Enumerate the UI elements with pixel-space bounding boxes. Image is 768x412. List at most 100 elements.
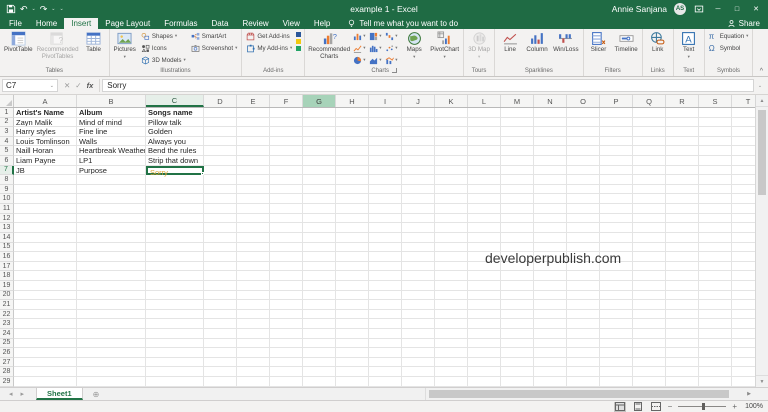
column-header-g[interactable]: G — [303, 95, 336, 107]
cell-d4[interactable] — [204, 137, 237, 147]
cell-t12[interactable] — [732, 214, 755, 224]
cell-t9[interactable] — [732, 185, 755, 195]
cell-r4[interactable] — [666, 137, 699, 147]
cell-r7[interactable] — [666, 166, 699, 176]
cell-r9[interactable] — [666, 185, 699, 195]
cell-b6[interactable]: LP1 — [77, 156, 146, 166]
cell-l10[interactable] — [468, 194, 501, 204]
cell-k23[interactable] — [435, 319, 468, 329]
cell-n21[interactable] — [534, 300, 567, 310]
cell-b17[interactable] — [77, 262, 146, 272]
cell-j9[interactable] — [402, 185, 435, 195]
zoom-level[interactable]: 100% — [743, 403, 763, 410]
cell-b11[interactable] — [77, 204, 146, 214]
cell-e22[interactable] — [237, 310, 270, 320]
cell-p21[interactable] — [600, 300, 633, 310]
cell-p2[interactable] — [600, 118, 633, 128]
cell-l9[interactable] — [468, 185, 501, 195]
cell-l4[interactable] — [468, 137, 501, 147]
cell-i5[interactable] — [369, 146, 402, 156]
cell-j26[interactable] — [402, 348, 435, 358]
cell-g6[interactable] — [303, 156, 336, 166]
cell-j12[interactable] — [402, 214, 435, 224]
cell-b7[interactable]: Purpose — [77, 166, 146, 176]
cell-j23[interactable] — [402, 319, 435, 329]
cell-l3[interactable] — [468, 127, 501, 137]
cell-f23[interactable] — [270, 319, 303, 329]
cell-o8[interactable] — [567, 175, 600, 185]
cell-g19[interactable] — [303, 281, 336, 291]
cell-i6[interactable] — [369, 156, 402, 166]
row-header-25[interactable]: 25 — [0, 339, 14, 349]
cell-b9[interactable] — [77, 185, 146, 195]
cell-r23[interactable] — [666, 319, 699, 329]
cell-q3[interactable] — [633, 127, 666, 137]
line-button[interactable]: Line — [497, 30, 523, 55]
cell-s12[interactable] — [699, 214, 732, 224]
cell-o3[interactable] — [567, 127, 600, 137]
cell-t14[interactable] — [732, 233, 755, 243]
cell-j25[interactable] — [402, 339, 435, 349]
cell-r1[interactable] — [666, 108, 699, 118]
cell-b15[interactable] — [77, 243, 146, 253]
cell-a20[interactable] — [14, 291, 77, 301]
row-header-17[interactable]: 17 — [0, 262, 14, 272]
cell-c20[interactable] — [146, 291, 204, 301]
cell-j15[interactable] — [402, 243, 435, 253]
cell-g4[interactable] — [303, 137, 336, 147]
cell-a8[interactable] — [14, 175, 77, 185]
cell-j29[interactable] — [402, 377, 435, 387]
cell-h5[interactable] — [336, 146, 369, 156]
cell-b27[interactable] — [77, 358, 146, 368]
cell-e12[interactable] — [237, 214, 270, 224]
cell-r12[interactable] — [666, 214, 699, 224]
row-header-8[interactable]: 8 — [0, 175, 14, 185]
cell-d1[interactable] — [204, 108, 237, 118]
cell-c13[interactable] — [146, 223, 204, 233]
cell-i19[interactable] — [369, 281, 402, 291]
maps-button[interactable]: Maps▾ — [401, 30, 427, 61]
cell-s28[interactable] — [699, 367, 732, 377]
cell-k13[interactable] — [435, 223, 468, 233]
tab-home[interactable]: Home — [29, 18, 64, 29]
cell-f27[interactable] — [270, 358, 303, 368]
cell-c27[interactable] — [146, 358, 204, 368]
cell-d3[interactable] — [204, 127, 237, 137]
cell-o7[interactable] — [567, 166, 600, 176]
cell-s5[interactable] — [699, 146, 732, 156]
cell-e26[interactable] — [237, 348, 270, 358]
hierarchy-chart-button[interactable]: ▾ — [368, 30, 384, 42]
row-header-23[interactable]: 23 — [0, 319, 14, 329]
cell-c8[interactable] — [146, 175, 204, 185]
cell-p3[interactable] — [600, 127, 633, 137]
restore-icon[interactable]: □ — [731, 6, 743, 13]
cell-e27[interactable] — [237, 358, 270, 368]
customize-qat-icon[interactable]: ⌄ — [60, 6, 64, 12]
cell-l8[interactable] — [468, 175, 501, 185]
cell-t4[interactable] — [732, 137, 755, 147]
cell-c16[interactable] — [146, 252, 204, 262]
fill-handle[interactable] — [201, 172, 204, 175]
cell-t18[interactable] — [732, 271, 755, 281]
cell-q15[interactable] — [633, 243, 666, 253]
cell-e6[interactable] — [237, 156, 270, 166]
cell-m26[interactable] — [501, 348, 534, 358]
cell-i7[interactable] — [369, 166, 402, 176]
cell-r21[interactable] — [666, 300, 699, 310]
cell-o9[interactable] — [567, 185, 600, 195]
row-header-6[interactable]: 6 — [0, 156, 14, 166]
redo-dropdown-icon[interactable]: ⌄ — [51, 6, 55, 12]
cell-q17[interactable] — [633, 262, 666, 272]
cell-p18[interactable] — [600, 271, 633, 281]
cell-p1[interactable] — [600, 108, 633, 118]
cell-l27[interactable] — [468, 358, 501, 368]
cell-e14[interactable] — [237, 233, 270, 243]
cell-c23[interactable] — [146, 319, 204, 329]
cell-p24[interactable] — [600, 329, 633, 339]
cell-l20[interactable] — [468, 291, 501, 301]
tell-me-box[interactable]: Tell me what you want to do — [347, 18, 458, 29]
cell-g18[interactable] — [303, 271, 336, 281]
cell-t28[interactable] — [732, 367, 755, 377]
cell-m3[interactable] — [501, 127, 534, 137]
cell-g1[interactable] — [303, 108, 336, 118]
